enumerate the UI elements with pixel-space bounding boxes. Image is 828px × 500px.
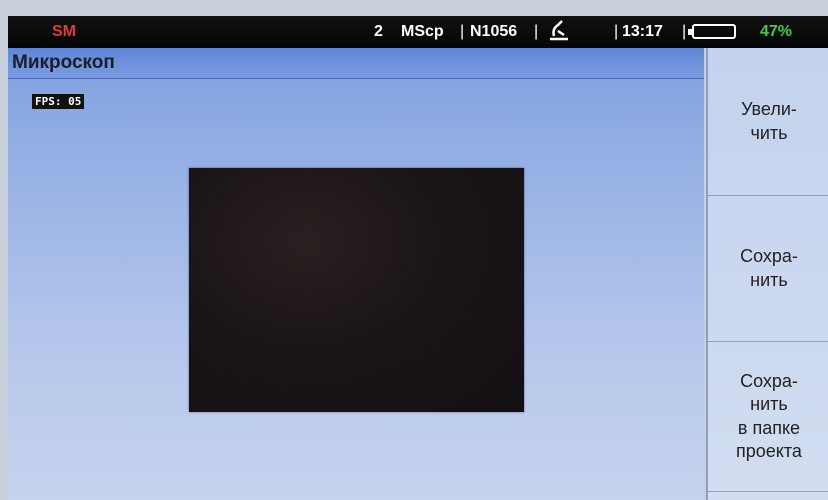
zoom-button-label: Увели- чить bbox=[741, 99, 797, 143]
view-title: Микроскоп bbox=[12, 52, 115, 73]
mode-label: MScp bbox=[401, 23, 444, 40]
channel-count: 2 bbox=[374, 23, 383, 40]
side-panel: Увели- чить Сохра- нить Сохра- нить в па… bbox=[706, 48, 828, 500]
view-title-bar: Микроскоп bbox=[8, 48, 704, 79]
status-separator: | bbox=[614, 23, 619, 40]
battery-icon bbox=[688, 24, 736, 39]
camera-preview bbox=[189, 168, 524, 412]
status-separator: | bbox=[682, 23, 687, 40]
save-button[interactable]: Сохра- нить bbox=[708, 196, 828, 342]
clock-time: 13:17 bbox=[622, 23, 663, 40]
battery-percent: 47% bbox=[760, 23, 793, 40]
zoom-button[interactable]: Увели- чить bbox=[708, 48, 828, 196]
save-to-project-button[interactable]: Сохра- нить в папке проекта bbox=[708, 342, 828, 492]
status-bar: SM 2 MScp | N1056 | | 13:17 | 47% bbox=[8, 16, 828, 48]
microscope-probe-icon bbox=[546, 19, 572, 48]
microscope-view: Микроскоп FPS: 05 bbox=[8, 48, 704, 500]
save-button-label: Сохра- нить bbox=[740, 246, 798, 290]
save-to-project-label: Сохра- нить в папке проекта bbox=[736, 370, 802, 461]
status-separator: | bbox=[460, 23, 465, 40]
status-separator: | bbox=[534, 23, 539, 40]
app-code: SM bbox=[52, 23, 76, 40]
device-screen: SM 2 MScp | N1056 | | 13:17 | 47% Микрос… bbox=[0, 0, 828, 500]
fiber-id: N1056 bbox=[470, 23, 518, 40]
fps-counter: FPS: 05 bbox=[32, 94, 85, 109]
